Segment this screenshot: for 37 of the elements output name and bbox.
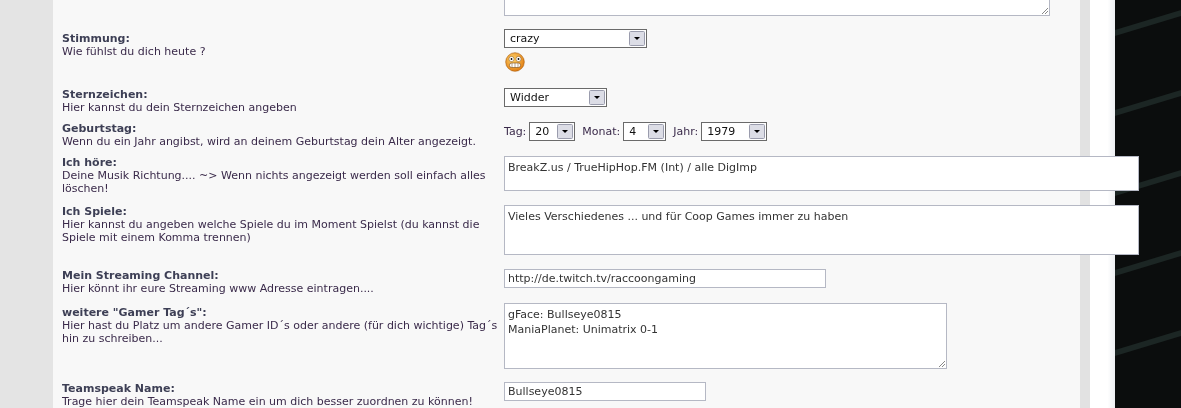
field-label: Ich höre: bbox=[62, 156, 118, 169]
field-description: Hier hast du Platz um andere Gamer ID´s oder andere (für dich wichtige) Tag´s hin zu schreiben... bbox=[62, 319, 499, 345]
caret-icon[interactable] bbox=[648, 124, 665, 139]
date-label: Monat: bbox=[582, 125, 621, 138]
smiley-icon bbox=[505, 52, 525, 72]
select-field[interactable]: crazy bbox=[504, 29, 647, 48]
field-description: Trage hier dein Teamspeak Name ein um dich besser zuordnen zu können! bbox=[62, 395, 474, 408]
field-label: Mein Streaming Channel: bbox=[62, 269, 220, 282]
field-label: Ich Spiele: bbox=[62, 205, 128, 218]
field-label: Teamspeak Name: bbox=[62, 382, 176, 395]
field-description: Wenn du ein Jahr angibst, wird an deinem Geburtstag dein Alter angezeigt. bbox=[62, 135, 477, 148]
text-area[interactable]: Vieles Verschiedenes ... und für Coop Games immer zu haben bbox=[504, 205, 1139, 255]
field-label: weitere "Gamer Tag´s": bbox=[62, 306, 208, 319]
date-label: Jahr: bbox=[673, 125, 699, 138]
field-description: Hier kannst du angeben welche Spiele du im Moment Spielst (du kannst die Spiele mit einem Komma trennen) bbox=[62, 218, 481, 244]
select-field[interactable]: 1979 bbox=[701, 122, 768, 141]
text-area[interactable]: gFace: Bullseye0815 ManiaPlanet: Unimatrix 0-1 bbox=[504, 303, 947, 369]
field-label: Sternzeichen: bbox=[62, 88, 149, 101]
resize-handle-icon[interactable] bbox=[1040, 6, 1049, 15]
date-label: Tag: bbox=[504, 125, 527, 138]
text-area[interactable]: BreakZ.us / TrueHipHop.FM (Int) / alle DigImp bbox=[504, 156, 1139, 191]
resize-handle-icon[interactable] bbox=[937, 359, 946, 368]
field-description: Hier könnt ihr eure Streaming www Adresse eintragen.... bbox=[62, 282, 375, 295]
caret-icon[interactable] bbox=[589, 90, 605, 105]
field-label: Stimmung: bbox=[62, 32, 131, 45]
input-field[interactable]: http://de.twitch.tv/raccoongaming bbox=[504, 269, 826, 288]
field-description: Hier kannst du dein Sternzeichen angeben bbox=[62, 101, 298, 114]
field-label: Geburtstag: bbox=[62, 122, 138, 135]
input-field[interactable]: Bullseye0815 bbox=[504, 382, 706, 401]
caret-icon[interactable] bbox=[557, 124, 574, 139]
select-field[interactable]: Widder bbox=[504, 88, 607, 107]
select-field[interactable]: 20 bbox=[529, 122, 576, 141]
field-description: Wie fühlst du dich heute ? bbox=[62, 45, 207, 58]
caret-icon[interactable] bbox=[629, 31, 645, 46]
caret-icon[interactable] bbox=[749, 124, 766, 139]
field-description: Deine Musik Richtung.... ~> Wenn nichts angezeigt werden soll einfach alles löschen! bbox=[62, 169, 487, 195]
select-field[interactable]: 4 bbox=[623, 122, 667, 141]
